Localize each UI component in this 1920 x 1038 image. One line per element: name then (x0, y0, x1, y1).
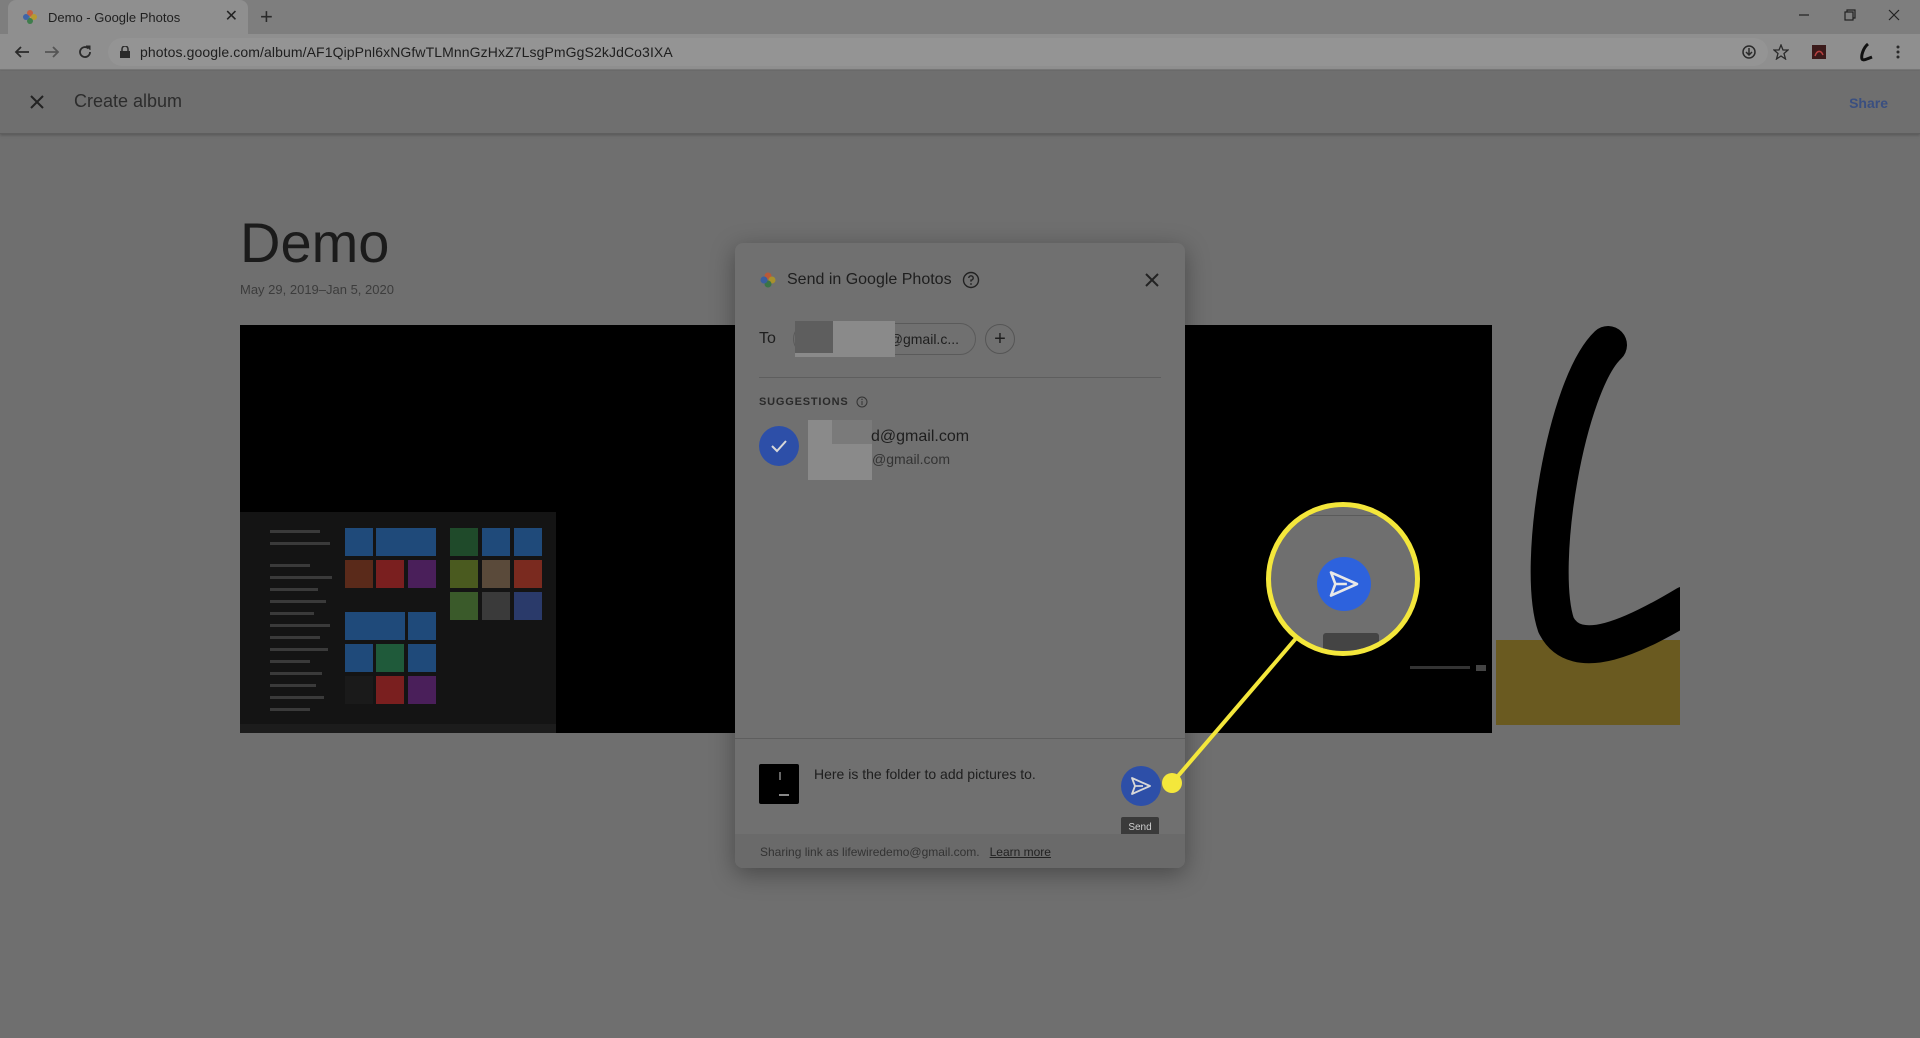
share-button[interactable]: Share (1849, 95, 1888, 111)
new-tab-button[interactable]: + (260, 5, 273, 29)
dialog-title: Send in Google Photos (787, 271, 952, 288)
bookmark-star-icon[interactable] (1769, 40, 1793, 64)
tab-close-icon[interactable]: ✕ (225, 9, 238, 25)
add-recipient-button[interactable]: + (985, 324, 1015, 354)
lock-icon (120, 46, 130, 58)
suggestions-heading: SUGGESTIONS (759, 396, 868, 408)
google-photos-favicon-icon (23, 10, 37, 24)
album-photo-secondary[interactable] (1496, 325, 1680, 725)
to-label: To (759, 330, 776, 347)
help-icon[interactable] (962, 271, 980, 289)
back-arrow-icon[interactable] (10, 40, 34, 64)
divider (759, 377, 1161, 378)
message-input[interactable]: Here is the folder to add pictures to. (814, 766, 1036, 782)
google-photos-logo-icon (760, 272, 776, 288)
install-icon[interactable] (1737, 40, 1761, 64)
reload-icon[interactable] (73, 40, 97, 64)
dialog-close-icon[interactable] (1143, 271, 1161, 289)
browser-toolbar: photos.google.com/album/AF1QipPnl6xNGfwT… (0, 34, 1920, 70)
address-bar[interactable]: photos.google.com/album/AF1QipPnl6xNGfwT… (108, 38, 1768, 66)
callout-dot (1162, 773, 1182, 793)
sharing-text: Sharing link as lifewiredemo@gmail.com. (760, 844, 980, 859)
photo-startmenu-content (240, 512, 556, 733)
send-button[interactable] (1121, 766, 1161, 806)
learn-more-link[interactable]: Learn more (990, 845, 1051, 859)
browser-tabstrip: Demo - Google Photos ✕ + (0, 0, 1920, 34)
sharing-info: Sharing link as lifewiredemo@gmail.com. … (735, 834, 1185, 868)
forward-arrow-icon[interactable] (40, 40, 64, 64)
dialog-header: Send in Google Photos (759, 271, 980, 289)
profile-extension-icon[interactable] (1854, 40, 1878, 64)
close-album-icon[interactable] (25, 90, 49, 114)
album-thumbnail (759, 764, 799, 804)
menu-kebab-icon[interactable] (1886, 40, 1910, 64)
photo-taskbar-icons (1410, 665, 1486, 671)
album-dates: May 29, 2019–Jan 5, 2020 (240, 282, 394, 297)
suggestion-email[interactable]: d@gmail.com (871, 428, 969, 446)
info-icon[interactable] (856, 396, 868, 408)
app-header-title: Create album (74, 91, 183, 111)
pdf-extension-icon[interactable] (1807, 40, 1831, 64)
suggestion-secondary-email: @gmail.com (872, 451, 951, 467)
suggestion-redaction (808, 420, 872, 480)
tab-title: Demo - Google Photos (48, 9, 181, 25)
window-close-icon[interactable] (1872, 0, 1916, 30)
send-icon (1131, 777, 1151, 795)
app-header: Create album Share (0, 71, 1920, 134)
magnified-send-icon (1317, 557, 1371, 611)
dialog-footer: Here is the folder to add pictures to. S… (735, 738, 1185, 868)
minimize-icon[interactable] (1782, 0, 1826, 30)
restore-icon[interactable] (1828, 0, 1872, 30)
send-dialog: Send in Google Photos To @gmail.c... + S… (735, 243, 1185, 868)
recipient-redaction (795, 321, 895, 357)
album-title: Demo (240, 211, 390, 274)
url-text: photos.google.com/album/AF1QipPnl6xNGfwT… (140, 44, 673, 60)
browser-tab[interactable]: Demo - Google Photos ✕ (8, 0, 248, 34)
send-button-magnifier (1266, 502, 1420, 656)
recipient-chip-text: @gmail.c... (888, 331, 959, 347)
suggestions-heading-text: SUGGESTIONS (759, 396, 849, 408)
selected-check-icon[interactable] (759, 426, 799, 466)
